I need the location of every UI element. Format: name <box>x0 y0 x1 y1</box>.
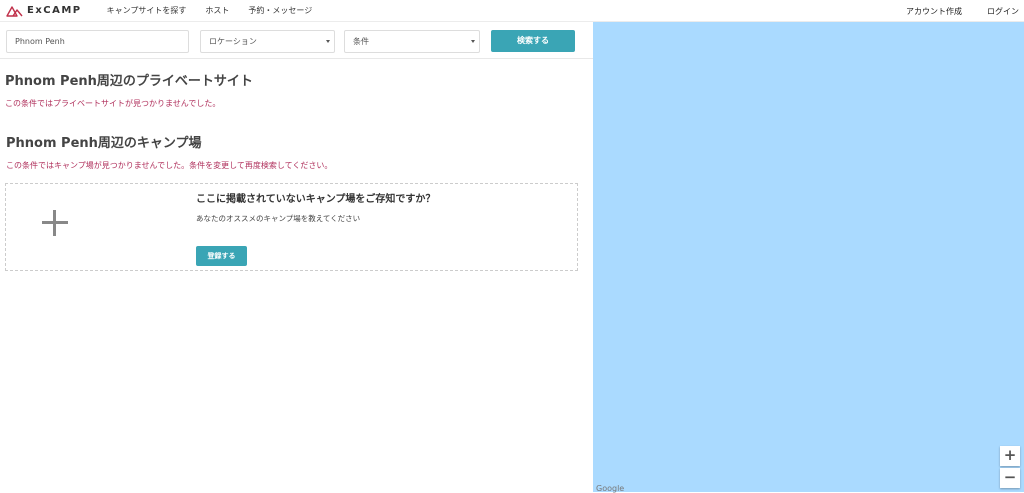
main-nav: キャンプサイトを探す ホスト 予約・メッセージ <box>107 5 332 16</box>
search-bar: Phnom Penh ロケーション 条件 検索する <box>0 22 593 59</box>
keyword-input[interactable]: Phnom Penh <box>6 30 189 53</box>
create-account-link[interactable]: アカウント作成 <box>906 6 962 17</box>
nav-reservations[interactable]: 予約・メッセージ <box>248 5 312 16</box>
zoom-out-button[interactable]: − <box>1000 468 1020 488</box>
condition-select[interactable]: 条件 <box>344 30 480 53</box>
login-link[interactable]: ログイン <box>987 6 1019 17</box>
results-panel: Phnom Penh ロケーション 条件 検索する Phnom Penh周辺のプ… <box>0 22 593 492</box>
caret-down-icon <box>471 40 475 43</box>
plus-icon <box>42 210 68 236</box>
private-site-empty-message: この条件ではプライベートサイトが見つかりませんでした。 <box>5 99 221 108</box>
suggest-title: ここに掲載されていないキャンプ場をご存知ですか？ <box>196 194 436 205</box>
nav-find-campsite[interactable]: キャンプサイトを探す <box>107 5 187 16</box>
tent-logo-icon <box>6 5 23 17</box>
condition-select-value: 条件 <box>353 37 369 46</box>
private-site-heading: Phnom Penh周辺のプライベートサイト <box>5 74 253 89</box>
account-nav: アカウント作成 ログイン <box>881 0 1019 22</box>
brand-name: ExCAMP <box>27 5 82 16</box>
logo[interactable]: ExCAMP <box>6 5 82 17</box>
location-select[interactable]: ロケーション <box>200 30 335 53</box>
suggest-campsite-card: ここに掲載されていないキャンプ場をご存知ですか？ あなたのオススメのキャンプ場を… <box>5 183 578 271</box>
campsite-empty-message: この条件ではキャンプ場が見つかりませんでした。条件を変更して再度検索してください… <box>6 161 333 170</box>
suggest-subtitle: あなたのオススメのキャンプ場を教えてください <box>196 214 361 223</box>
location-select-value: ロケーション <box>209 37 257 46</box>
search-button[interactable]: 検索する <box>491 30 575 52</box>
nav-host[interactable]: ホスト <box>205 5 229 16</box>
register-button[interactable]: 登録する <box>196 246 247 266</box>
caret-down-icon <box>326 40 330 43</box>
top-header: ExCAMP キャンプサイトを探す ホスト 予約・メッセージ アカウント作成 ロ… <box>0 0 1024 22</box>
map[interactable]: + − Google <box>593 22 1024 493</box>
zoom-in-button[interactable]: + <box>1000 446 1020 466</box>
campsite-heading: Phnom Penh周辺のキャンプ場 <box>6 136 202 151</box>
